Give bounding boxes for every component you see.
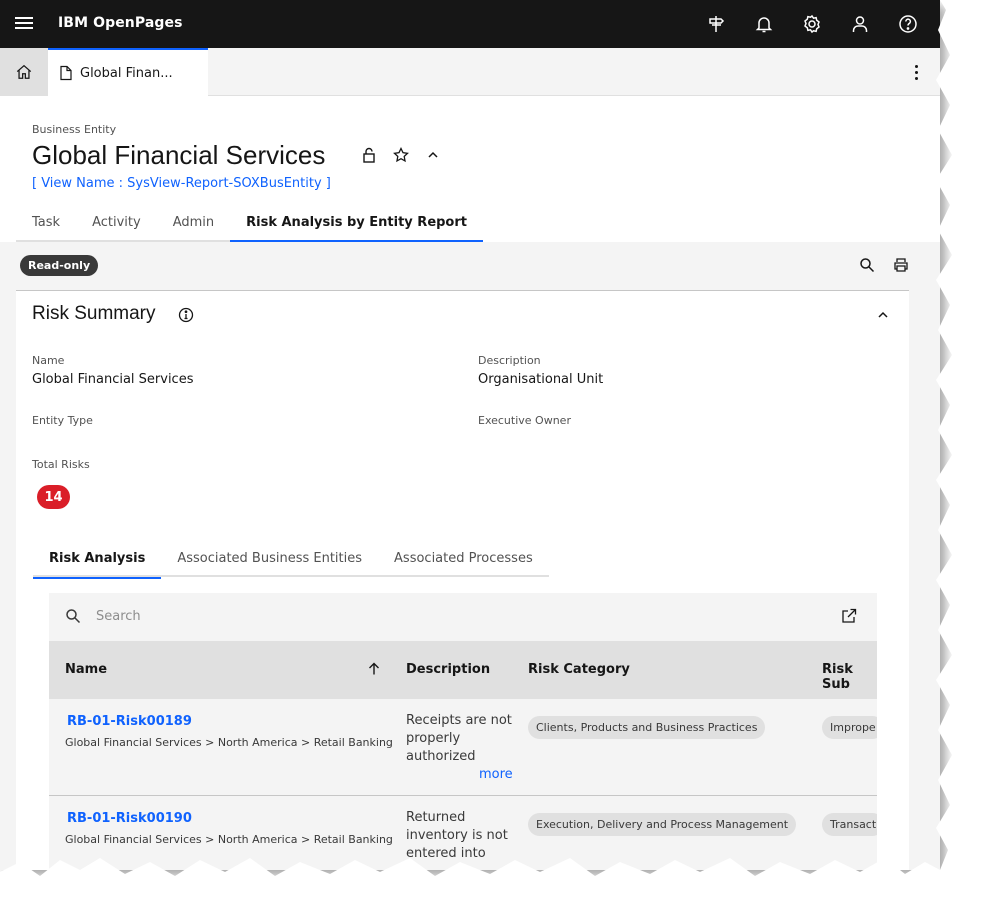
risk-sub-tag: Imprope	[822, 716, 877, 739]
table-search-bar[interactable]: Search	[49, 593, 877, 641]
document-tab-label: Global Finan...	[80, 65, 173, 81]
settings-gear-icon[interactable]	[788, 0, 836, 48]
column-header-description[interactable]: Description	[406, 662, 490, 677]
description-value: Organisational Unit	[478, 372, 604, 387]
risk-sub-tag: Transact	[822, 813, 877, 836]
collapse-chevron-icon[interactable]	[875, 307, 891, 323]
executive-owner-label: Executive Owner	[478, 414, 571, 427]
tab-risk-analysis-report[interactable]: Risk Analysis by Entity Report	[230, 208, 483, 242]
description-label: Description	[478, 354, 541, 367]
column-header-risk-sub[interactable]: Risk Sub	[822, 662, 877, 692]
risk-category-tag: Execution, Delivery and Process Manageme…	[528, 813, 797, 836]
total-risks-label: Total Risks	[32, 458, 90, 471]
panel-title: Risk Summary	[32, 303, 156, 324]
chevron-up-icon[interactable]	[424, 146, 442, 164]
more-link[interactable]: more	[479, 767, 513, 782]
table-row: RB-01-Risk00189 Global Financial Service…	[49, 699, 877, 796]
print-icon[interactable]	[892, 256, 910, 274]
report-content: Read-only Risk Summary Name Global Finan…	[0, 242, 940, 870]
name-value: Global Financial Services	[32, 372, 194, 387]
entity-type-field-label: Entity Type	[32, 414, 93, 427]
total-risks-badge[interactable]: 14	[37, 485, 70, 509]
risk-sub-tabs: Risk Analysis Associated Business Entiti…	[33, 547, 549, 579]
notification-bell-icon[interactable]	[740, 0, 788, 48]
risk-name-link[interactable]: RB-01-Risk00189	[67, 714, 192, 729]
tab-associated-business-entities[interactable]: Associated Business Entities	[161, 547, 378, 577]
open-external-icon[interactable]	[841, 608, 857, 624]
overflow-menu-icon[interactable]	[906, 62, 926, 82]
tab-activity[interactable]: Activity	[76, 208, 157, 242]
search-input[interactable]: Search	[96, 609, 141, 624]
document-tab[interactable]: Global Finan...	[48, 48, 208, 96]
help-icon[interactable]	[884, 0, 932, 48]
tab-task[interactable]: Task	[16, 208, 77, 242]
document-icon	[60, 65, 72, 81]
tab-risk-analysis[interactable]: Risk Analysis	[33, 547, 162, 579]
table-row: RB-01-Risk00190 Global Financial Service…	[49, 796, 877, 870]
entity-type-label: Business Entity	[32, 123, 117, 136]
risk-summary-panel: Risk Summary Name Global Financial Servi…	[16, 290, 909, 870]
signpost-icon[interactable]	[692, 0, 740, 48]
risk-table: Search Name Description Risk Category Ri…	[49, 593, 877, 870]
favorite-star-icon[interactable]	[392, 146, 410, 164]
risk-description: Returned inventory is not entered into	[406, 810, 508, 861]
table-header: Name Description Risk Category Risk Sub	[49, 641, 877, 699]
main-tabs: Task Activity Admin Risk Analysis by Ent…	[16, 208, 483, 242]
read-only-badge: Read-only	[20, 255, 99, 276]
risk-name-link[interactable]: RB-01-Risk00190	[67, 811, 192, 826]
page-title: Global Financial Services	[32, 140, 326, 170]
home-icon	[16, 64, 32, 79]
info-icon[interactable]	[178, 307, 194, 323]
search-icon	[66, 609, 81, 624]
top-bar: IBM OpenPages	[0, 0, 940, 48]
home-tab[interactable]	[0, 48, 48, 96]
app-title: IBM OpenPages	[58, 15, 183, 31]
workspace-tab-strip: Global Finan...	[0, 48, 940, 96]
unlock-icon[interactable]	[360, 146, 378, 164]
tab-associated-processes[interactable]: Associated Processes	[378, 547, 549, 577]
search-icon[interactable]	[858, 256, 876, 274]
risk-description: Receipts are not properly authorized	[406, 713, 512, 764]
column-header-name[interactable]: Name	[65, 662, 107, 677]
view-name-link[interactable]: [ View Name : SysView-Report-SOXBusEntit…	[32, 176, 331, 191]
column-header-risk-category[interactable]: Risk Category	[528, 662, 630, 677]
sort-arrow-up-icon[interactable]	[367, 662, 381, 676]
tab-admin[interactable]: Admin	[156, 208, 231, 242]
risk-path: Global Financial Services > North Americ…	[65, 736, 393, 749]
risk-path: Global Financial Services > North Americ…	[65, 833, 393, 846]
risk-category-tag: Clients, Products and Business Practices	[528, 716, 766, 739]
hamburger-menu-icon[interactable]	[14, 14, 34, 34]
name-label: Name	[32, 354, 65, 367]
app-window: IBM OpenPages Global Finan... Business E…	[0, 0, 940, 870]
user-profile-icon[interactable]	[836, 0, 884, 48]
